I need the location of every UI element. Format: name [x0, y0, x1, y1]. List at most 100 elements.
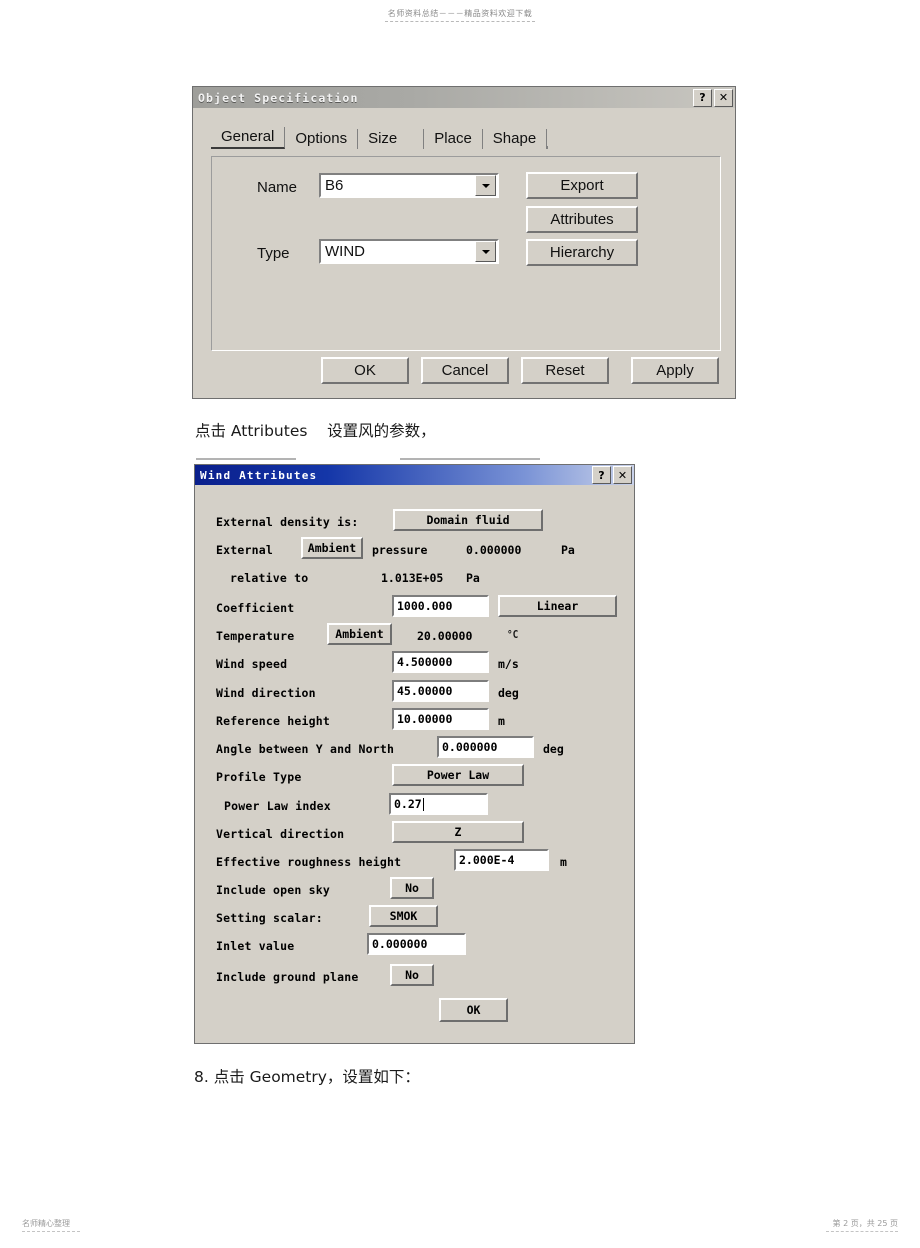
wind-dialog-titlebar-buttons: ? ✕	[592, 466, 632, 484]
scan-artifact-left	[196, 458, 296, 460]
object-dialog-tabstrip: General Options Size Place Shape	[211, 127, 549, 149]
coefficient-label: Coefficient	[216, 601, 295, 615]
help-icon[interactable]: ?	[693, 88, 712, 107]
power-law-index-value: 0.27	[394, 797, 422, 811]
linear-button[interactable]: Linear	[498, 595, 617, 617]
ok-button[interactable]: OK	[321, 357, 409, 384]
reference-height-label: Reference height	[216, 714, 330, 728]
wind-dialog-titlebar[interactable]: Wind Attributes ? ✕	[195, 465, 634, 485]
external-ambient-button[interactable]: Ambient	[301, 537, 363, 559]
chevron-down-icon[interactable]	[475, 241, 496, 262]
vertical-direction-button[interactable]: Z	[392, 821, 524, 843]
object-specification-dialog: Object Specification ? ✕ General Options…	[192, 86, 736, 399]
wind-direction-unit: deg	[498, 686, 519, 700]
wind-dialog-title: Wind Attributes	[200, 468, 318, 482]
external-pressure-value: 0.000000	[466, 543, 522, 557]
include-ground-plane-button[interactable]: No	[390, 964, 434, 986]
temperature-label: Temperature	[216, 629, 295, 643]
object-dialog-titlebar[interactable]: Object Specification ? ✕	[193, 87, 735, 108]
angle-north-label: Angle between Y and North	[216, 742, 395, 756]
wind-direction-label: Wind direction	[216, 686, 316, 700]
page-number-text: 第 2 页，共 25 页	[832, 1219, 898, 1228]
header-rule	[385, 21, 535, 22]
footer-left-rule	[22, 1231, 80, 1232]
domain-fluid-button[interactable]: Domain fluid	[393, 509, 543, 531]
tab-general[interactable]: General	[211, 127, 286, 149]
external-density-label: External density is:	[216, 515, 359, 529]
setting-scalar-button[interactable]: SMOK	[369, 905, 438, 927]
wind-direction-value: 45.00000	[397, 684, 453, 698]
cancel-button[interactable]: Cancel	[421, 357, 509, 384]
type-combobox[interactable]: WIND	[319, 239, 499, 264]
name-combobox[interactable]: B6	[319, 173, 499, 198]
chevron-down-icon[interactable]	[475, 175, 496, 196]
wind-dialog-body: External density is: Domain fluid Extern…	[195, 485, 634, 1043]
external-pressure-unit: Pa	[561, 543, 575, 557]
degree-celsius-unit: °C	[506, 628, 519, 641]
roughness-height-label: Effective roughness height	[216, 855, 402, 869]
reference-height-input[interactable]: 10.00000	[392, 708, 489, 730]
include-open-sky-button[interactable]: No	[390, 877, 434, 899]
relative-to-unit: Pa	[466, 571, 480, 585]
coefficient-input[interactable]: 1000.000	[392, 595, 489, 617]
wind-ok-button[interactable]: OK	[439, 998, 508, 1022]
footer-right: 第 2 页，共 25 页	[826, 1218, 898, 1232]
power-law-button[interactable]: Power Law	[392, 764, 524, 786]
wind-direction-input[interactable]: 45.00000	[392, 680, 489, 702]
type-combobox-value: WIND	[325, 243, 365, 260]
name-combobox-value: B6	[325, 177, 344, 194]
close-icon[interactable]: ✕	[613, 466, 632, 484]
inlet-value-label: Inlet value	[216, 939, 295, 953]
object-dialog-body: General Options Size Place Shape Name B6…	[193, 108, 735, 398]
profile-type-label: Profile Type	[216, 770, 302, 784]
footer-right-rule	[826, 1231, 898, 1232]
wind-speed-input[interactable]: 4.500000	[392, 651, 489, 673]
setting-scalar-label: Setting scalar:	[216, 911, 323, 925]
close-icon[interactable]: ✕	[714, 88, 733, 107]
angle-north-value: 0.000000	[442, 740, 498, 754]
relative-to-label: relative to	[230, 571, 309, 585]
reset-button[interactable]: Reset	[521, 357, 609, 384]
roughness-height-unit: m	[560, 855, 567, 869]
wind-speed-unit: m/s	[498, 657, 519, 671]
help-icon[interactable]: ?	[592, 466, 611, 484]
reference-height-value: 10.00000	[397, 712, 453, 726]
hierarchy-button[interactable]: Hierarchy	[526, 239, 638, 266]
roughness-height-input[interactable]: 2.000E-4	[454, 849, 549, 871]
external-label: External	[216, 543, 273, 557]
reference-height-unit: m	[498, 714, 505, 728]
tab-size[interactable]: Size	[358, 129, 425, 149]
footer-left: 名师精心整理	[22, 1218, 80, 1232]
caption-click-geometry: 8. 点击 Geometry，设置如下：	[194, 1068, 420, 1086]
include-ground-plane-label: Include ground plane	[216, 970, 359, 984]
angle-north-input[interactable]: 0.000000	[437, 736, 534, 758]
tab-options[interactable]: Options	[285, 129, 359, 149]
wind-attributes-dialog: Wind Attributes ? ✕ External density is:…	[194, 464, 635, 1044]
tab-place[interactable]: Place	[424, 129, 483, 149]
object-dialog-titlebar-buttons: ? ✕	[693, 88, 733, 107]
temperature-value: 20.00000	[417, 629, 473, 643]
relative-to-value: 1.013E+05	[381, 571, 444, 585]
export-button[interactable]: Export	[526, 172, 638, 199]
scan-artifact-right	[400, 458, 540, 460]
inlet-value-input[interactable]: 0.000000	[367, 933, 466, 955]
header-watermark-text: 名师资料总结－－－精品资料欢迎下载	[387, 9, 533, 18]
type-label: Type	[257, 245, 290, 262]
vertical-direction-label: Vertical direction	[216, 827, 345, 841]
document-header: 名师资料总结－－－精品资料欢迎下载	[0, 8, 920, 22]
text-caret	[422, 797, 424, 811]
external-pressure-label: pressure	[372, 543, 428, 557]
roughness-height-value: 2.000E-4	[459, 853, 515, 867]
include-open-sky-label: Include open sky	[216, 883, 330, 897]
temperature-ambient-button[interactable]: Ambient	[327, 623, 392, 645]
wind-speed-value: 4.500000	[397, 655, 453, 669]
name-label: Name	[257, 179, 298, 196]
power-law-index-label: Power Law index	[224, 799, 331, 813]
apply-button[interactable]: Apply	[631, 357, 719, 384]
attributes-button[interactable]: Attributes	[526, 206, 638, 233]
tab-shape[interactable]: Shape	[483, 129, 548, 149]
tab-strip-end	[547, 146, 549, 149]
inlet-value-value: 0.000000	[372, 937, 428, 951]
coefficient-value: 1000.000	[397, 599, 453, 613]
power-law-index-input[interactable]: 0.27	[389, 793, 488, 815]
